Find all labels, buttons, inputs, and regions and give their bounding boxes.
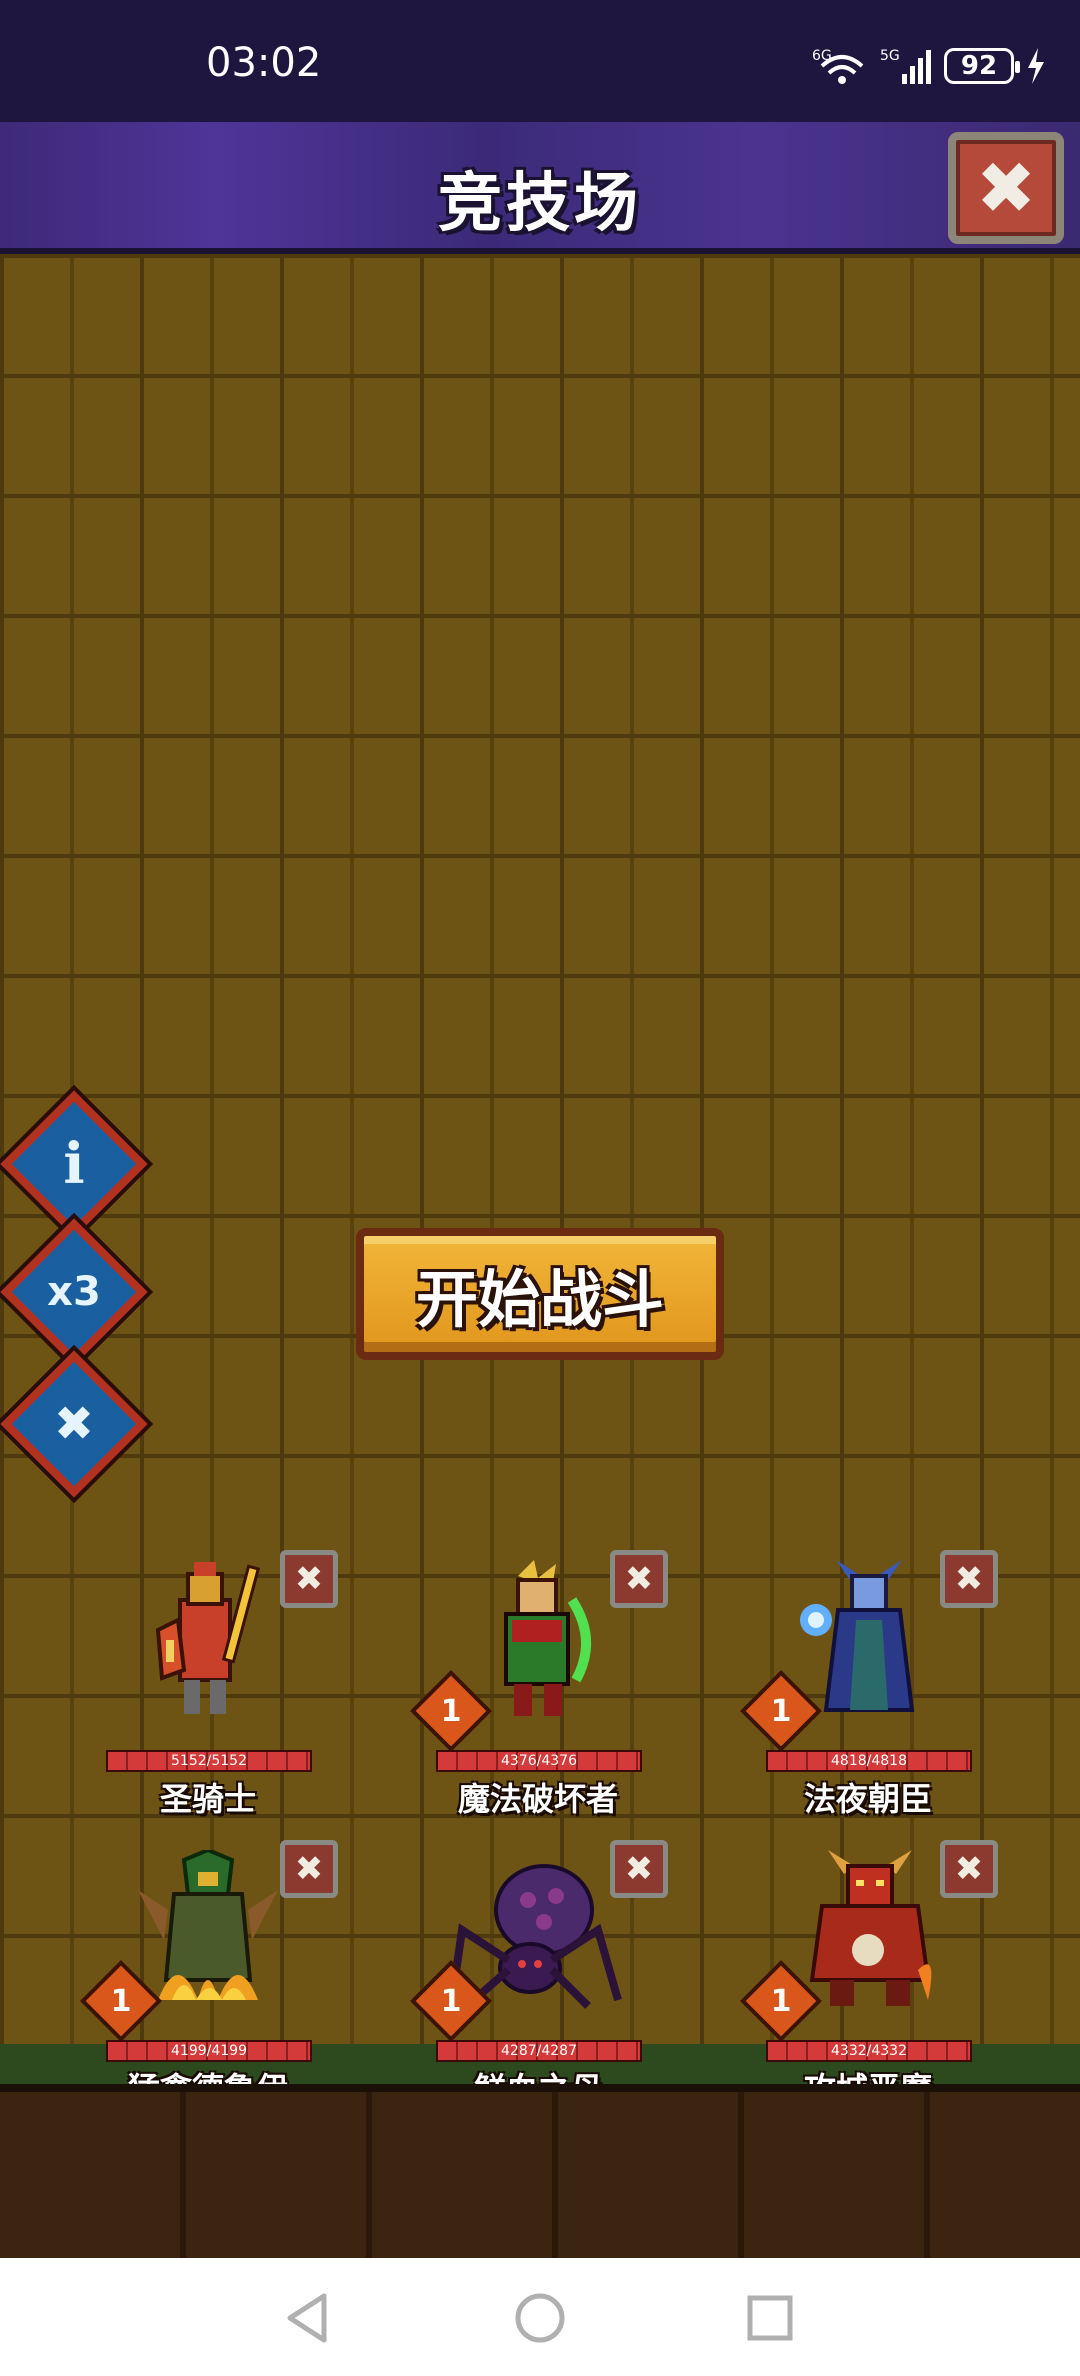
unit-card[interactable]: ✖ 1 4332/4332 攻城恶魔: [739, 1840, 998, 2108]
hp-bar: 4199/4199: [106, 2040, 312, 2062]
remove-unit-button[interactable]: ✖: [940, 1550, 998, 1608]
home-button[interactable]: [510, 2288, 570, 2348]
hp-bar: 4332/4332: [766, 2040, 972, 2062]
signal-icon: 5G: [880, 48, 931, 84]
back-button[interactable]: [278, 2288, 338, 2348]
close-icon: ✖: [954, 1849, 984, 1889]
close-icon: ✖: [624, 1559, 654, 1599]
unit-name: 法夜朝臣: [803, 1780, 932, 1818]
paladin-sprite: [155, 1562, 261, 1714]
unit-name: 圣骑士: [159, 1780, 256, 1818]
cancel-icon: ✖: [53, 1396, 95, 1452]
unit-card[interactable]: ✖ 1 4376/4376 魔法破坏者: [409, 1550, 668, 1818]
close-icon: ✖: [624, 1849, 654, 1889]
unit-name: 魔法破坏者: [457, 1780, 618, 1818]
recent-apps-button[interactable]: [740, 2288, 800, 2348]
unit-card[interactable]: ✖ 5152/5152 圣骑士: [98, 1550, 338, 1818]
svg-text:5G: 5G: [880, 48, 900, 64]
status-bar: 03:02 6G 5G 92: [0, 0, 1080, 122]
status-time: 03:02: [206, 40, 322, 86]
hp-bar: 4818/4818: [766, 1750, 972, 1772]
remove-unit-button[interactable]: ✖: [280, 1840, 338, 1898]
battery-indicator: 92: [944, 48, 1020, 84]
hp-bar: 5152/5152: [106, 1750, 312, 1772]
title-bar: 竞技场 ✖: [0, 122, 1080, 254]
remove-unit-button[interactable]: ✖: [610, 1550, 668, 1608]
floor-tiles: [0, 2084, 1080, 2258]
unit-card[interactable]: ✖ 1 4287/4287 鲜血之母: [409, 1840, 668, 2108]
start-battle-button[interactable]: 开始战斗: [356, 1228, 724, 1360]
hp-bar: 4376/4376: [436, 1750, 642, 1772]
remove-unit-button[interactable]: ✖: [940, 1840, 998, 1898]
unit-card[interactable]: ✖ 1 4199/4199 猛禽德鲁伊: [79, 1840, 338, 2108]
status-icons: 6G 5G 92: [812, 44, 1046, 88]
home-circle-icon: [515, 2293, 565, 2343]
close-button[interactable]: ✖: [948, 132, 1064, 244]
close-icon: ✖: [294, 1849, 324, 1889]
hp-bar: 4287/4287: [436, 2040, 642, 2062]
page-title: 竞技场: [438, 167, 642, 241]
back-triangle-icon: [287, 2293, 327, 2343]
system-nav-bar: [0, 2258, 1080, 2376]
speed-x3-label: x3: [47, 1269, 101, 1315]
remove-unit-button[interactable]: ✖: [280, 1550, 338, 1608]
close-icon: ✖: [954, 1559, 984, 1599]
wifi-icon: 6G: [812, 48, 864, 84]
recent-square-icon: [747, 2295, 793, 2341]
charging-icon: [1028, 48, 1044, 84]
info-icon: i: [63, 1131, 85, 1197]
close-icon: ✖: [975, 146, 1037, 230]
close-icon: ✖: [294, 1559, 324, 1599]
remove-unit-button[interactable]: ✖: [610, 1840, 668, 1898]
unit-card[interactable]: ✖ 1 4818/4818 法夜朝臣: [739, 1550, 998, 1818]
